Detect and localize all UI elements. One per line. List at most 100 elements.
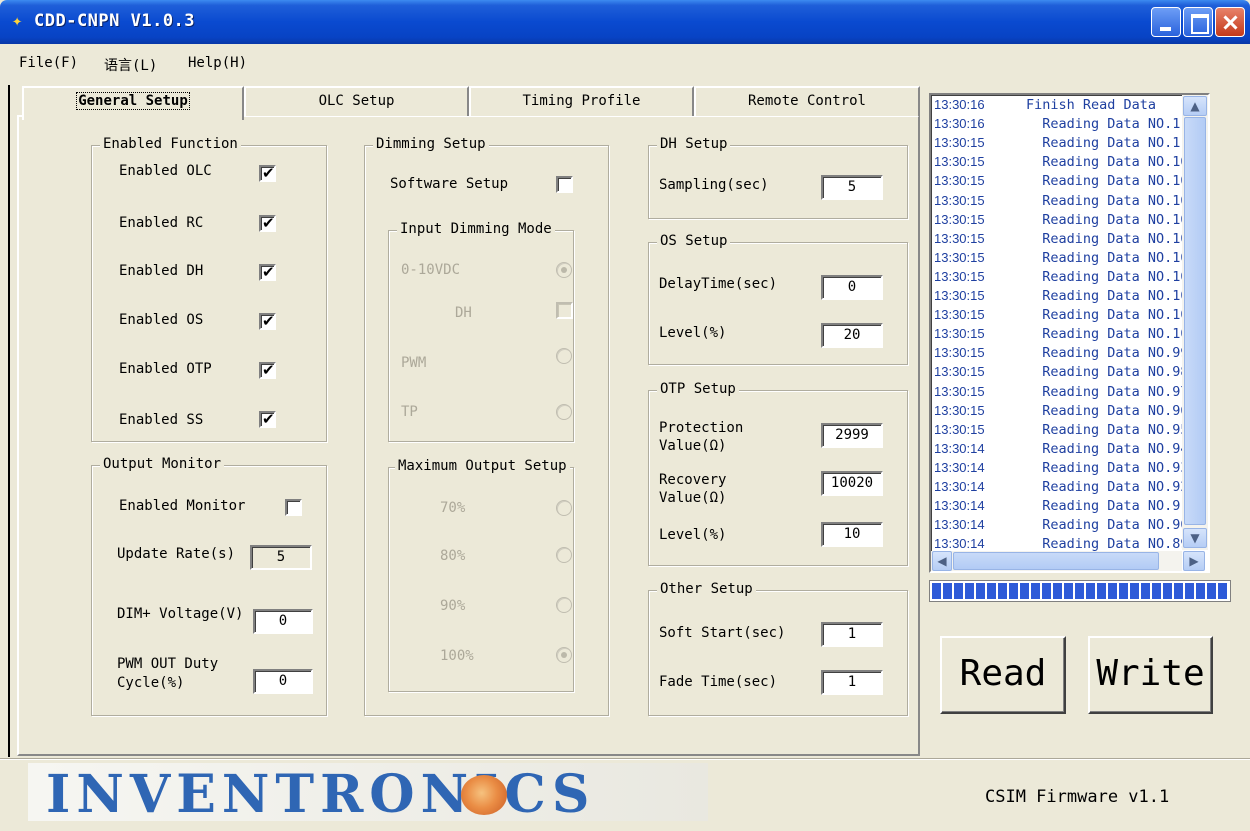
- log-time: 13:30:15: [934, 192, 985, 208]
- enabled-ss-checkbox[interactable]: [259, 410, 276, 428]
- log-row[interactable]: 13:30:14 Reading Data NO.92: [934, 479, 1189, 495]
- otp-level-field[interactable]: 10: [821, 522, 883, 547]
- log-row[interactable]: 13:30:15 Reading Data NO.105: [934, 231, 1197, 247]
- mode-0-10vdc-radio[interactable]: [556, 262, 572, 278]
- log-message: Reading Data NO.107: [1026, 192, 1197, 209]
- log-message: Finish Read Data: [1026, 97, 1157, 113]
- log-row[interactable]: 13:30:15 Reading Data NO.109: [934, 154, 1197, 170]
- tab-olc-setup[interactable]: OLC Setup: [244, 86, 469, 116]
- log-row[interactable]: 13:30:15 Reading Data NO.103: [934, 269, 1197, 285]
- log-row[interactable]: 13:30:15 Reading Data NO.101: [934, 307, 1197, 323]
- software-setup-checkbox[interactable]: [556, 176, 573, 193]
- log-row[interactable]: 13:30:15 Reading Data NO.110: [934, 135, 1197, 151]
- log-horizontal-scrollbar[interactable]: ◀ ▶: [931, 551, 1205, 571]
- log-time: 13:30:14: [934, 459, 985, 475]
- log-row[interactable]: 13:30:15 Reading Data NO.98: [934, 364, 1189, 380]
- menu-help[interactable]: Help(H): [188, 55, 247, 71]
- log-row[interactable]: 13:30:14 Reading Data NO.89: [934, 536, 1189, 552]
- log-row[interactable]: 13:30:14 Reading Data NO.93: [934, 460, 1189, 476]
- read-button[interactable]: Read: [940, 636, 1066, 714]
- tab-remote-control[interactable]: Remote Control: [694, 86, 920, 116]
- max-100-radio[interactable]: [556, 647, 572, 663]
- maximize-button[interactable]: [1183, 7, 1213, 37]
- sampling-field[interactable]: 5: [821, 175, 883, 200]
- delay-time-field[interactable]: 0: [821, 275, 883, 300]
- scroll-down-icon[interactable]: ▼: [1183, 528, 1207, 548]
- update-rate-field: 5: [250, 545, 312, 570]
- menu-file[interactable]: File(F): [19, 55, 78, 71]
- log-time: 13:30:16: [934, 116, 985, 132]
- scroll-thumb[interactable]: [1184, 117, 1206, 525]
- protection-value-field[interactable]: 2999: [821, 423, 883, 448]
- enabled-otp-checkbox[interactable]: [259, 361, 276, 379]
- soft-start-field[interactable]: 1: [821, 622, 883, 647]
- log-row[interactable]: 13:30:15 Reading Data NO.97: [934, 384, 1189, 400]
- write-button[interactable]: Write: [1088, 636, 1213, 714]
- mode-tp-radio[interactable]: [556, 404, 572, 420]
- log-row[interactable]: 13:30:15 Reading Data NO.102: [934, 288, 1197, 304]
- dim-voltage-field[interactable]: 0: [253, 609, 313, 634]
- group-title: Dimming Setup: [373, 136, 489, 152]
- log-row[interactable]: 13:30:16 Finish Read Data: [934, 97, 1156, 113]
- max-90-radio[interactable]: [556, 597, 572, 613]
- log-row[interactable]: 13:30:15 Reading Data NO.96: [934, 403, 1189, 419]
- footer-separator: [0, 758, 1250, 760]
- scroll-left-icon[interactable]: ◀: [932, 551, 952, 571]
- tab-general-setup[interactable]: General Setup: [22, 86, 244, 120]
- fade-time-label: Fade Time(sec): [659, 674, 778, 690]
- log-time: 13:30:15: [934, 268, 985, 284]
- max-100-label: 100%: [440, 648, 474, 664]
- log-message: Reading Data NO.103: [1026, 268, 1197, 285]
- enabled-ss-label: Enabled SS: [119, 412, 204, 428]
- max-80-radio[interactable]: [556, 547, 572, 563]
- menu-language[interactable]: 语言(L): [104, 55, 157, 75]
- maximum-output-group: Maximum Output Setup: [388, 458, 574, 692]
- log-row[interactable]: 13:30:15 Reading Data NO.95: [934, 422, 1189, 438]
- dim-voltage-label: DIM+ Voltage(V): [117, 606, 244, 622]
- close-button[interactable]: [1215, 7, 1245, 37]
- log-list[interactable]: 13:30:16 Finish Read Data 13:30:16 Reading…: [929, 93, 1210, 573]
- os-level-label: Level(%): [659, 325, 727, 341]
- max-70-radio[interactable]: [556, 500, 572, 516]
- scroll-h-thumb[interactable]: [953, 552, 1159, 570]
- minimize-button[interactable]: [1151, 7, 1181, 37]
- log-row[interactable]: 13:30:14 Reading Data NO.90: [934, 517, 1189, 533]
- log-time: 13:30:14: [934, 498, 985, 514]
- scroll-right-icon[interactable]: ▶: [1183, 551, 1205, 571]
- log-row[interactable]: 13:30:15 Reading Data NO.108: [934, 173, 1197, 189]
- os-level-field[interactable]: 20: [821, 323, 883, 348]
- tab-timing-profile[interactable]: Timing Profile: [469, 86, 694, 116]
- enabled-olc-label: Enabled OLC: [119, 163, 212, 179]
- scroll-up-icon[interactable]: ▲: [1183, 96, 1207, 116]
- log-row[interactable]: 13:30:15 Reading Data NO.107: [934, 193, 1197, 209]
- enabled-rc-checkbox[interactable]: [259, 214, 276, 232]
- log-row[interactable]: 13:30:15 Reading Data NO.104: [934, 250, 1197, 266]
- log-row[interactable]: 13:30:14 Reading Data NO.91: [934, 498, 1189, 514]
- logo-text: INVENTRONICS: [46, 764, 596, 825]
- fade-time-field[interactable]: 1: [821, 670, 883, 695]
- log-row[interactable]: 13:30:16 Reading Data NO.111: [934, 116, 1197, 132]
- pwm-duty-field[interactable]: 0: [253, 669, 313, 694]
- enabled-monitor-checkbox[interactable]: [285, 499, 302, 516]
- group-title: Other Setup: [657, 581, 756, 597]
- log-message: Reading Data NO.109: [1026, 154, 1197, 171]
- log-row[interactable]: 13:30:15 Reading Data NO.106: [934, 212, 1197, 228]
- enabled-dh-checkbox[interactable]: [259, 263, 276, 281]
- enabled-os-checkbox[interactable]: [259, 312, 276, 330]
- log-message: Reading Data NO.99: [1026, 345, 1189, 362]
- log-vertical-scrollbar[interactable]: ▲ ▼: [1182, 95, 1208, 550]
- log-row[interactable]: 13:30:15 Reading Data NO.100: [934, 326, 1197, 342]
- recovery-value-field[interactable]: 10020: [821, 471, 883, 496]
- log-row[interactable]: 13:30:14 Reading Data NO.94: [934, 441, 1189, 457]
- log-time: 13:30:15: [934, 364, 985, 380]
- log-time: 13:30:15: [934, 288, 985, 303]
- mode-tp-label: TP: [401, 404, 418, 420]
- logo-o-emblem-icon: [461, 775, 507, 815]
- log-message: Reading Data NO.96: [1026, 402, 1189, 419]
- mode-pwm-radio[interactable]: [556, 348, 572, 364]
- enabled-dh-label: Enabled DH: [119, 263, 204, 279]
- log-row[interactable]: 13:30:15 Reading Data NO.99: [934, 345, 1189, 361]
- mode-dh-checkbox[interactable]: [556, 302, 573, 319]
- enabled-olc-checkbox[interactable]: [259, 164, 276, 182]
- log-time: 13:30:15: [934, 173, 985, 189]
